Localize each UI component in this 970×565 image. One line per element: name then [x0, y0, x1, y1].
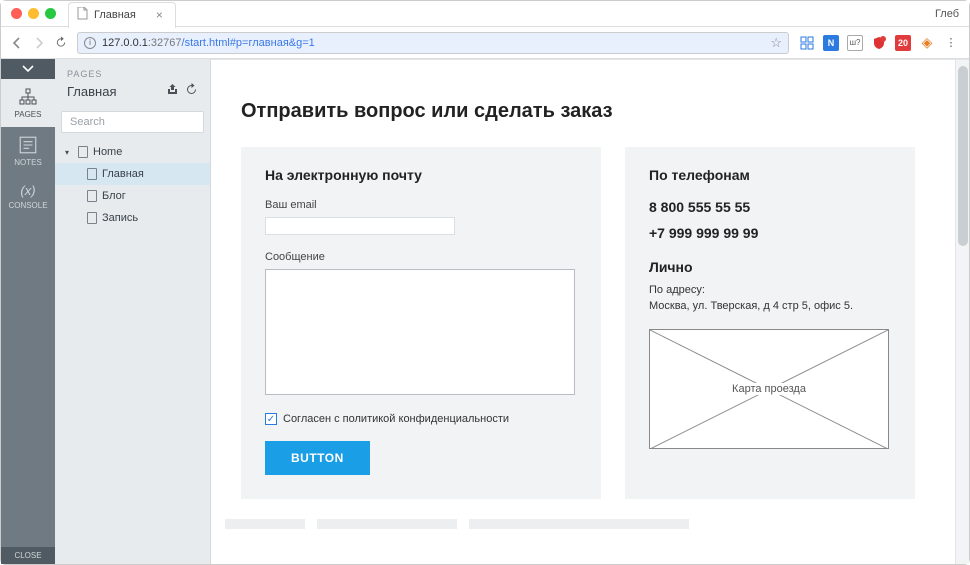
browser-toolbar: i 127.0.0.1:32767/start.html#p=главная&g… [1, 27, 969, 59]
extension-shield-icon[interactable] [871, 35, 887, 51]
message-textarea[interactable] [265, 269, 575, 395]
rail-close-button[interactable]: CLOSE [1, 547, 55, 564]
email-label: Ваш email [265, 199, 577, 211]
address-value: Москва, ул. Тверская, д 4 стр 5, офис 5. [649, 300, 853, 312]
page-icon [87, 212, 97, 224]
extension-icon[interactable] [799, 35, 815, 51]
tree-label: Home [93, 146, 122, 158]
rail-label: CONSOLE [8, 201, 47, 210]
reload-button[interactable] [55, 37, 67, 49]
page-icon [87, 190, 97, 202]
message-label: Сообщение [265, 251, 577, 263]
rail-label: PAGES [15, 110, 42, 119]
url-path: /start.html#p=главная&g=1 [182, 37, 315, 49]
placeholder-block [469, 519, 689, 529]
rail-tab-console[interactable]: (x) CONSOLE [1, 175, 55, 218]
page-icon [78, 146, 88, 158]
scrollbar-thumb[interactable] [958, 66, 968, 246]
tree-node-page[interactable]: Блог [55, 185, 210, 207]
map-placeholder: Карта проезда [649, 329, 889, 449]
notes-icon [18, 135, 38, 155]
in-person-title: Лично [649, 259, 891, 275]
submit-button[interactable]: BUTTON [265, 441, 370, 475]
site-info-icon[interactable]: i [84, 37, 96, 49]
bottom-preview-strip [211, 519, 969, 535]
contact-info-panel: По телефонам 8 800 555 55 55 +7 999 999 … [625, 147, 915, 499]
sidebar-title: Главная [67, 84, 116, 99]
tab-title: Главная [94, 9, 136, 21]
rail-collapse-button[interactable] [1, 59, 55, 79]
page-tree: ▾ Home Главная Блог Запись [55, 137, 210, 233]
sitemap-icon [18, 87, 38, 107]
tree-label: Главная [102, 168, 144, 180]
sidebar-search-input[interactable]: Search [61, 111, 204, 133]
window-controls [11, 8, 56, 19]
email-input[interactable] [265, 217, 455, 235]
extension-icons: N ш? 20 ◈ ⋮ [799, 35, 959, 51]
minimize-window-icon[interactable] [28, 8, 39, 19]
preview-canvas: Отправить вопрос или сделать заказ На эл… [211, 59, 969, 564]
url-port: :32767 [148, 37, 182, 49]
url-host: 127.0.0.1 [102, 37, 148, 49]
phone-number: +7 999 999 99 99 [649, 225, 891, 241]
pages-sidebar: PAGES Главная Search ▾ Home Главная [55, 59, 211, 564]
placeholder-block [317, 519, 457, 529]
consent-label: Согласен с политикой конфиденциальности [283, 413, 509, 425]
tree-label: Блог [102, 190, 126, 202]
file-icon [77, 7, 88, 23]
rail-tab-pages[interactable]: PAGES [1, 79, 55, 127]
contact-form-panel: На электронную почту Ваш email Сообщение… [241, 147, 601, 499]
extension-badge-red[interactable]: 20 [895, 35, 911, 51]
console-icon: (x) [20, 183, 35, 198]
browser-tab-strip: Главная × Глеб [1, 1, 969, 27]
consent-checkbox[interactable]: ✓ [265, 413, 277, 425]
profile-name[interactable]: Глеб [935, 8, 959, 20]
phones-title: По телефонам [649, 167, 891, 183]
bookmark-star-icon[interactable]: ☆ [770, 35, 782, 51]
address-label: По адресу: [649, 284, 705, 296]
export-icon[interactable] [166, 83, 179, 99]
tree-label: Запись [102, 212, 138, 224]
vertical-scrollbar[interactable] [955, 60, 969, 564]
tree-collapse-icon[interactable]: ▾ [65, 148, 73, 157]
placeholder-block [225, 519, 305, 529]
sidebar-eyebrow: PAGES [67, 69, 198, 79]
extension-badge-blue[interactable]: N [823, 35, 839, 51]
form-section-title: На электронную почту [265, 167, 577, 183]
forward-button[interactable] [33, 37, 45, 49]
browser-tab[interactable]: Главная × [68, 2, 176, 28]
address-bar[interactable]: i 127.0.0.1:32767/start.html#p=главная&g… [77, 32, 789, 54]
extension-icon-orange[interactable]: ◈ [919, 35, 935, 51]
maximize-window-icon[interactable] [45, 8, 56, 19]
close-window-icon[interactable] [11, 8, 22, 19]
browser-menu-icon[interactable]: ⋮ [943, 35, 959, 51]
page-icon [87, 168, 97, 180]
left-rail: PAGES NOTES (x) CONSOLE CLOSE [1, 59, 55, 564]
page-heading: Отправить вопрос или сделать заказ [241, 100, 939, 123]
tree-node-page[interactable]: Запись [55, 207, 210, 229]
extension-badge-shu[interactable]: ш? [847, 35, 863, 51]
close-tab-icon[interactable]: × [156, 8, 163, 22]
phone-number: 8 800 555 55 55 [649, 199, 891, 215]
refresh-icon[interactable] [185, 83, 198, 99]
back-button[interactable] [11, 37, 23, 49]
rail-label: NOTES [14, 158, 42, 167]
tree-node-home[interactable]: ▾ Home [55, 141, 210, 163]
map-placeholder-label: Карта проезда [726, 383, 812, 395]
rail-tab-notes[interactable]: NOTES [1, 127, 55, 175]
consent-row[interactable]: ✓ Согласен с политикой конфиденциальност… [265, 413, 577, 425]
tree-node-page[interactable]: Главная [55, 163, 210, 185]
